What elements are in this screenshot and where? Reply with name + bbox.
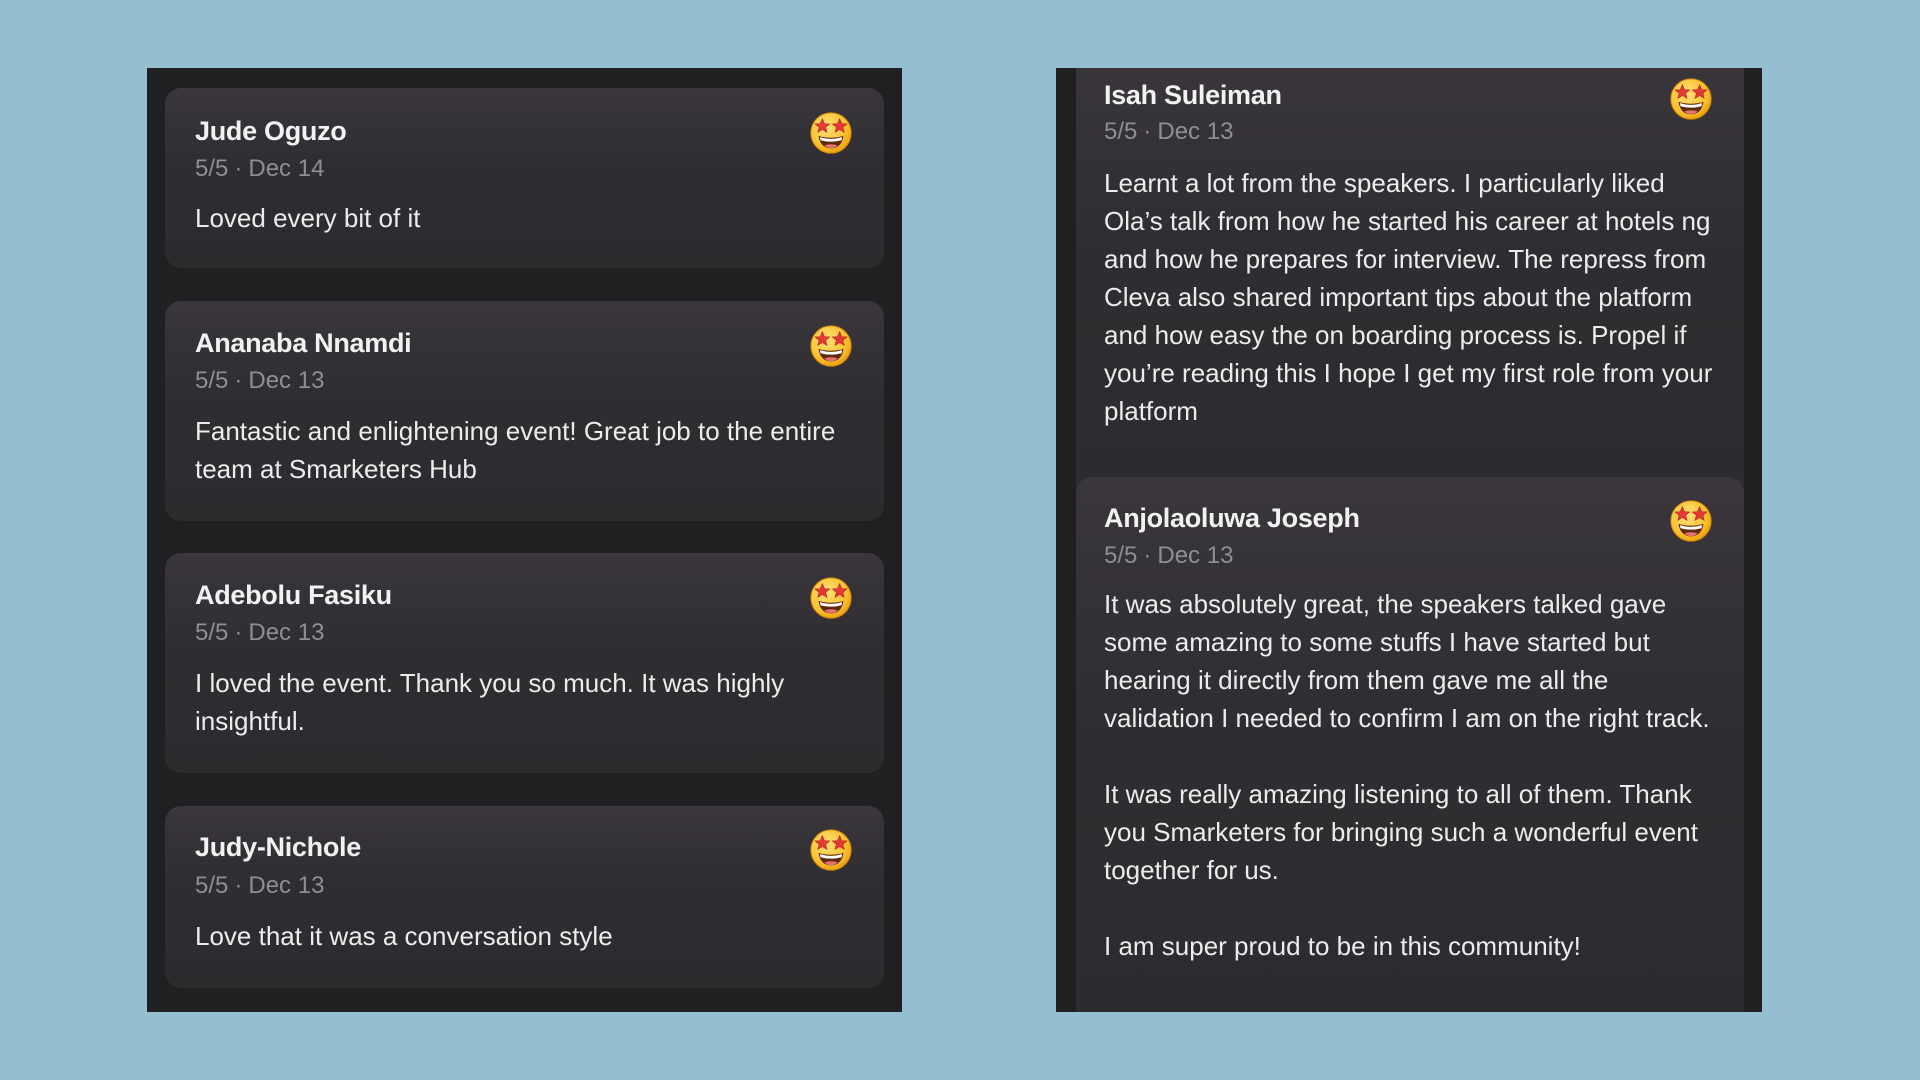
star-struck-emoji-icon [808, 323, 854, 369]
review-text: Love that it was a conversation style [195, 921, 613, 951]
review-date: Dec 13 [1157, 118, 1234, 145]
reviewer-name: Ananaba Nnamdi [195, 328, 412, 358]
rating-value: 5/5 [195, 155, 229, 182]
review-meta: 5/5 · Dec 14 [195, 155, 324, 183]
reviews-panel-right: Isah Suleiman 5/5 · Dec 13 Learnt a lot fr… [1056, 68, 1762, 1012]
meta-separator: · [1143, 118, 1152, 145]
meta-separator: · [234, 872, 243, 899]
meta-separator: · [234, 367, 243, 394]
review-card[interactable]: Anjolaoluwa Joseph 5/5 · Dec 13 It was abs… [1076, 477, 1744, 1012]
review-text: Loved every bit of it [195, 203, 421, 233]
reviews-panel-left: Jude Oguzo 5/5 · Dec 14 Loved every bit of… [147, 68, 902, 1012]
rating-value: 5/5 [195, 872, 229, 899]
review-card[interactable]: Judy-Nichole 5/5 · Dec 13 Love that it was… [165, 806, 884, 988]
star-struck-emoji-icon [1668, 498, 1714, 544]
review-date: Dec 13 [248, 872, 325, 899]
star-struck-emoji-icon [808, 575, 854, 621]
review-date: Dec 13 [248, 367, 325, 394]
rating-value: 5/5 [195, 367, 229, 394]
review-card[interactable]: Jude Oguzo 5/5 · Dec 14 Loved every bit of… [165, 88, 884, 268]
reviewer-name: Adebolu Fasiku [195, 580, 392, 610]
rating-value: 5/5 [195, 619, 229, 646]
review-text: It was absolutely great, the speakers ta… [1104, 589, 1710, 961]
review-meta: 5/5 · Dec 13 [1104, 542, 1233, 570]
rating-value: 5/5 [1104, 118, 1138, 145]
reviewer-name: Anjolaoluwa Joseph [1104, 503, 1360, 533]
star-struck-emoji-icon [1668, 76, 1714, 122]
review-date: Dec 14 [248, 155, 325, 182]
rating-value: 5/5 [1104, 542, 1138, 569]
review-card[interactable]: Isah Suleiman 5/5 · Dec 13 Learnt a lot fr… [1076, 68, 1744, 514]
reviewer-name: Isah Suleiman [1104, 80, 1282, 110]
review-meta: 5/5 · Dec 13 [1104, 118, 1233, 146]
review-meta: 5/5 · Dec 13 [195, 367, 324, 395]
review-date: Dec 13 [248, 619, 325, 646]
review-card[interactable]: Adebolu Fasiku 5/5 · Dec 13 I loved the ev… [165, 553, 884, 773]
meta-separator: · [234, 155, 243, 182]
review-date: Dec 13 [1157, 542, 1234, 569]
reviewer-name: Jude Oguzo [195, 116, 347, 146]
review-text: Fantastic and enlightening event! Great … [195, 416, 836, 484]
review-text: Learnt a lot from the speakers. I partic… [1104, 168, 1713, 426]
meta-separator: · [1143, 542, 1152, 569]
review-card[interactable]: Ananaba Nnamdi 5/5 · Dec 13 Fantastic and … [165, 301, 884, 521]
review-meta: 5/5 · Dec 13 [195, 619, 324, 647]
review-text: I loved the event. Thank you so much. It… [195, 668, 785, 736]
reviewer-name: Judy-Nichole [195, 832, 361, 862]
meta-separator: · [234, 619, 243, 646]
star-struck-emoji-icon [808, 827, 854, 873]
star-struck-emoji-icon [808, 110, 854, 156]
review-meta: 5/5 · Dec 13 [195, 872, 324, 900]
